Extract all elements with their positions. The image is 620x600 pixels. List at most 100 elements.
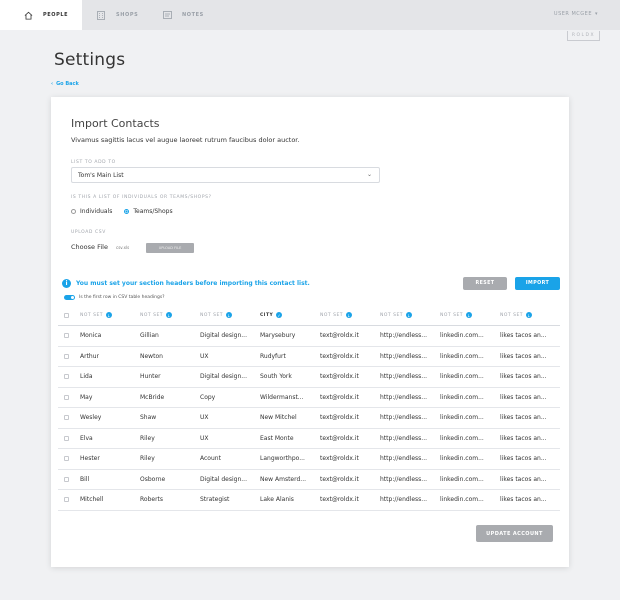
table-row[interactable]: Monica Gillian Digital design... Marysebury… <box>58 326 560 347</box>
tab-shops[interactable]: Shops <box>96 0 138 30</box>
column-header[interactable]: NOT SET ↓ <box>80 312 113 318</box>
table-cell: http://endless... <box>380 455 428 462</box>
table-cell: Digital design... <box>200 475 247 483</box>
row-checkbox[interactable] <box>64 353 69 359</box>
table-cell: text@roldx.it <box>320 393 359 401</box>
tab-notes[interactable]: Notes <box>162 0 204 30</box>
table-row[interactable]: Mitchell Roberts Strategist Lake Alanis text… <box>58 490 560 511</box>
row-checkbox[interactable] <box>64 497 69 502</box>
import-button[interactable]: IMPORT <box>515 277 560 290</box>
table-cell: http://endless... <box>380 352 428 360</box>
table-row[interactable]: Elva Riley UX East Monte text@roldx.it http:/… <box>58 429 560 449</box>
table-row[interactable]: Bill Osborne Digital design... New Amsterd.… <box>58 470 560 490</box>
table-cell: text@roldx.it <box>320 332 359 339</box>
headings-toggle-label: Is the first row in CSV table headings? <box>79 295 165 300</box>
column-header[interactable]: NOT SET ↓ <box>140 312 173 318</box>
table-cell: likes tacos an... <box>500 475 547 483</box>
table-cell: linkedin.com... <box>440 475 484 483</box>
table-cell: http://endless... <box>380 496 428 503</box>
page-title: Settings <box>54 50 126 70</box>
table-cell: May <box>80 393 93 401</box>
notice-text: You must set your section headers before… <box>76 280 310 287</box>
table-cell: linkedin.com... <box>440 455 484 462</box>
tab-shops-label: Shops <box>116 12 139 18</box>
row-checkbox[interactable] <box>64 456 69 461</box>
table-cell: linkedin.com... <box>440 373 484 380</box>
chevron-down-icon: ⌄ <box>366 171 372 178</box>
table-cell: Roberts <box>140 496 164 503</box>
table-cell: likes tacos an... <box>500 414 547 421</box>
row-checkbox[interactable] <box>64 415 69 420</box>
go-back-link[interactable]: ‹ Go Back <box>51 81 79 87</box>
column-header[interactable]: NOT SET ↓ <box>380 312 413 318</box>
table-row[interactable]: Lida Hunter Digital design... South York tex… <box>58 367 560 388</box>
table-row[interactable]: Wesley Shaw UX New Mitchel text@roldx.it http… <box>58 408 560 429</box>
radio-individuals[interactable]: Individuals <box>71 208 112 215</box>
table-cell: text@roldx.it <box>320 455 359 462</box>
table-cell: New Amsterd... <box>260 475 307 483</box>
list-select[interactable]: Tom's Main List ⌄ <box>71 167 380 183</box>
radio-teams-shops[interactable]: Teams/Shops <box>124 208 173 215</box>
choose-file-button[interactable]: Choose File <box>71 243 108 251</box>
column-header[interactable]: NOT SET ↓ <box>500 312 533 318</box>
table-cell: http://endless... <box>380 414 428 421</box>
tab-people[interactable]: People <box>0 0 82 30</box>
reset-button[interactable]: RESET <box>463 277 507 290</box>
table-row[interactable]: Hester Riley Acount Langworthpo... text@rold… <box>58 449 560 470</box>
row-checkbox[interactable] <box>64 435 69 441</box>
table-row[interactable]: May McBride Copy Wildermanst... text@roldx.i… <box>58 388 560 408</box>
table-cell: likes tacos an... <box>500 496 547 503</box>
table-cell: http://endless... <box>380 393 428 401</box>
top-nav: People Shops Notes USER MCGEE ▾ <box>0 0 620 30</box>
upload-label: UPLOAD CSV <box>71 230 106 235</box>
card-title: Import Contacts <box>71 117 160 130</box>
user-menu[interactable]: USER MCGEE ▾ <box>554 11 598 17</box>
row-checkbox[interactable] <box>64 374 69 379</box>
column-header[interactable]: CITY ✓ <box>260 312 283 318</box>
table-cell: Lida <box>80 373 93 380</box>
select-all-checkbox[interactable] <box>64 313 69 318</box>
table-row[interactable]: Arthur Newton UX Rudyfurt text@roldx.it http:… <box>58 347 560 367</box>
headings-toggle-row: Is the first row in CSV table headings? <box>64 295 165 300</box>
table-cell: linkedin.com... <box>440 393 484 401</box>
chevron-left-icon: ‹ <box>51 81 54 87</box>
table-cell: South York <box>260 373 292 380</box>
table-cell: UX <box>200 352 209 360</box>
table-cell: Osborne <box>140 475 166 483</box>
info-icon: i <box>62 279 71 288</box>
row-checkbox[interactable] <box>64 476 69 482</box>
table-cell: Strategist <box>200 496 230 503</box>
tab-people-label: People <box>43 12 69 18</box>
table-cell: Shaw <box>140 414 157 421</box>
go-back-label: Go Back <box>56 81 79 87</box>
table-cell: Wildermanst... <box>260 393 304 401</box>
list-label: LIST TO ADD TO <box>71 160 116 165</box>
table-cell: Arthur <box>80 352 99 360</box>
column-status-icon: ↓ <box>106 312 113 318</box>
table-cell: Wesley <box>80 414 102 421</box>
table-cell: text@roldx.it <box>320 414 359 421</box>
upload-file-button[interactable]: UPLOAD FILE <box>146 243 194 253</box>
table-cell: text@roldx.it <box>320 434 359 442</box>
table-cell: linkedin.com... <box>440 414 484 421</box>
column-header[interactable]: NOT SET ↓ <box>320 312 353 318</box>
table-header-row: NOT SET ↓ NOT SET ↓ NOT SET ↓ CITY ✓ NOT SET… <box>58 306 560 326</box>
table-cell: http://endless... <box>380 434 428 442</box>
column-header[interactable]: NOT SET ↓ <box>200 312 233 318</box>
table-cell: Copy <box>200 393 216 401</box>
table-cell: Bill <box>80 475 90 483</box>
update-account-button[interactable]: UPDATE ACCOUNT <box>476 525 553 542</box>
home-icon <box>23 10 33 20</box>
table-cell: linkedin.com... <box>440 352 484 360</box>
column-status-icon: ↓ <box>466 312 473 318</box>
table-cell: Hunter <box>140 373 161 380</box>
row-checkbox[interactable] <box>64 394 69 400</box>
table-cell: Digital design... <box>200 373 247 380</box>
table-cell: linkedin.com... <box>440 332 484 339</box>
header-notice: i You must set your section headers befo… <box>62 279 310 288</box>
table-cell: Hester <box>80 455 100 462</box>
column-header[interactable]: NOT SET ↓ <box>440 312 473 318</box>
row-checkbox[interactable] <box>64 333 69 338</box>
headings-toggle[interactable] <box>64 295 75 300</box>
table-cell: Langworthpo... <box>260 455 305 462</box>
